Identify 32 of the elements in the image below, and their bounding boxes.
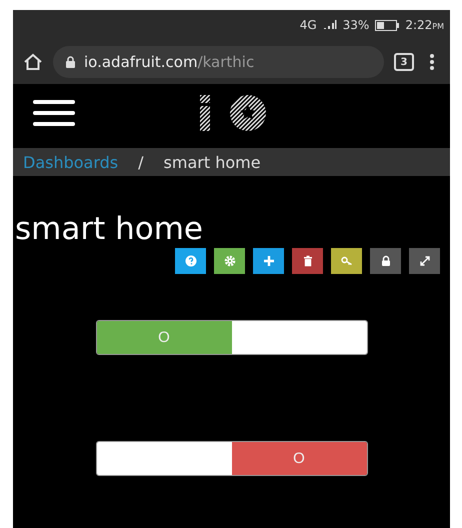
home-icon[interactable] xyxy=(23,53,43,71)
settings-icon xyxy=(224,255,236,267)
plus-icon xyxy=(262,255,274,267)
signal-icon xyxy=(322,20,337,30)
menu-icon[interactable] xyxy=(33,100,75,126)
battery-percent: 33% xyxy=(342,18,370,32)
lock-icon xyxy=(65,56,76,68)
expand-button[interactable] xyxy=(409,248,440,274)
lock-icon xyxy=(380,255,392,267)
address-bar[interactable]: io.adafruit.com/karthic xyxy=(53,46,384,78)
lock-button[interactable] xyxy=(370,248,401,274)
url-text: io.adafruit.com/karthic xyxy=(84,53,254,71)
battery-icon xyxy=(375,20,400,30)
tab-count-button[interactable]: 3 xyxy=(394,53,414,71)
toggle-switch[interactable]: O xyxy=(96,320,368,355)
key-icon xyxy=(340,255,352,267)
delete-button[interactable] xyxy=(292,248,323,274)
add-button[interactable] xyxy=(253,248,284,274)
dashboards-link[interactable]: Dashboards xyxy=(23,152,118,172)
clock-time: 2:22 PM xyxy=(405,18,444,32)
toggle-off-label[interactable]: O xyxy=(232,442,366,475)
breadcrumb-current: smart home xyxy=(164,152,261,172)
toggle-switch[interactable]: O xyxy=(96,441,368,476)
help-button[interactable] xyxy=(175,248,206,274)
help-icon xyxy=(184,255,196,267)
expand-icon xyxy=(418,255,430,267)
network-label: 4G xyxy=(300,18,317,32)
dashboard-title: smart home xyxy=(15,212,204,246)
trash-icon xyxy=(302,255,314,267)
toggle-on-label[interactable]: O xyxy=(96,321,232,354)
settings-button[interactable] xyxy=(214,248,245,274)
breadcrumb-separator: / xyxy=(138,152,144,172)
